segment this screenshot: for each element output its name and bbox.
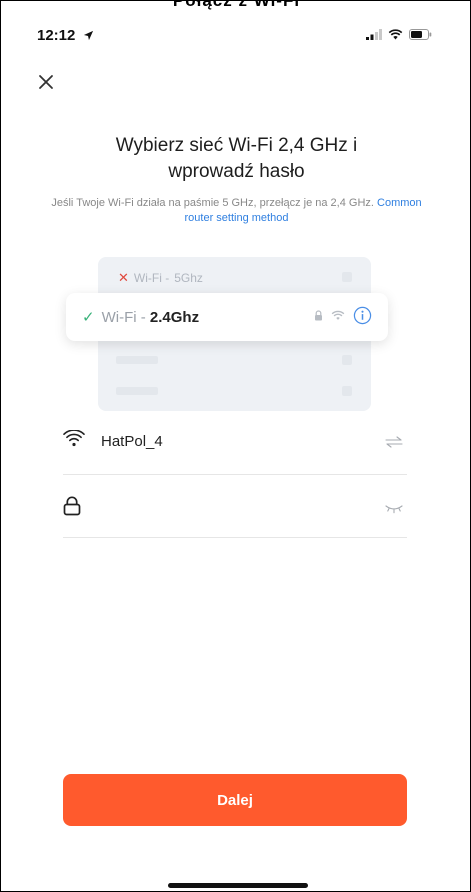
status-time-text: 12:12 xyxy=(37,27,76,44)
wifi-status-icon xyxy=(388,29,403,40)
next-button[interactable]: Dalej xyxy=(63,774,407,826)
subtitle-text: Jeśli Twoje Wi-Fi działa na paśmie 5 GHz… xyxy=(51,197,374,209)
battery-icon xyxy=(409,29,432,40)
wifi-icon xyxy=(63,430,85,447)
status-time: 12:12 xyxy=(37,27,94,44)
placeholder-square xyxy=(342,272,352,282)
row-24ghz-icons xyxy=(314,306,372,325)
placeholder-square xyxy=(342,355,352,365)
row-5ghz-band: 5Ghz xyxy=(174,271,203,285)
row-24ghz-label: ✓ Wi-Fi - 2.4Ghz xyxy=(82,308,200,327)
illustration-row-5ghz: ✕ Wi-Fi - 5Ghz xyxy=(118,270,203,286)
row-24ghz-prefix: Wi-Fi - xyxy=(101,308,150,326)
wifi-small-icon xyxy=(331,310,345,320)
switch-network-icon xyxy=(385,436,403,448)
wifi-name-value: HatPol_4 xyxy=(101,433,163,450)
page-title-line1: Wybierz sieć Wi-Fi 2,4 GHz i xyxy=(115,135,358,156)
row-24ghz-band: 2.4Ghz xyxy=(149,308,200,326)
toggle-password-visibility[interactable] xyxy=(385,501,403,519)
page-title-line2: wprowadź hasło xyxy=(168,161,305,182)
lock-small-icon xyxy=(315,310,322,321)
placeholder-bar xyxy=(116,387,158,395)
signal-icon xyxy=(366,29,382,40)
cross-icon: ✕ xyxy=(118,270,129,285)
info-icon xyxy=(353,306,372,325)
eye-closed-icon xyxy=(385,505,403,514)
top-banner-text: Połącz z Wi-Fi xyxy=(1,1,470,11)
placeholder-square xyxy=(342,386,352,396)
switch-network-button[interactable] xyxy=(385,435,403,453)
status-icons xyxy=(366,29,432,40)
page-subtitle: Jeśli Twoje Wi-Fi działa na paśmie 5 GHz… xyxy=(49,196,424,226)
placeholder-bar xyxy=(116,356,158,364)
illustration-row-24ghz: ✓ Wi-Fi - 2.4Ghz xyxy=(66,293,388,341)
divider xyxy=(63,474,407,475)
close-icon xyxy=(39,75,53,89)
location-arrow-icon xyxy=(83,30,93,41)
password-field[interactable] xyxy=(63,491,407,525)
page-title: Wybierz sieć Wi-Fi 2,4 GHz i wprowadź ha… xyxy=(61,133,412,185)
close-button[interactable] xyxy=(35,71,57,93)
check-icon: ✓ xyxy=(82,309,95,326)
app-screen: Połącz z Wi-Fi 12:12 xyxy=(0,0,471,892)
row-5ghz-prefix: Wi-Fi - xyxy=(133,271,170,285)
lock-icon xyxy=(63,496,81,516)
wifi-name-field[interactable]: HatPol_4 xyxy=(63,425,407,459)
home-indicator xyxy=(168,883,308,888)
top-banner: Połącz z Wi-Fi xyxy=(1,1,470,13)
divider xyxy=(63,537,407,538)
status-bar: 12:12 xyxy=(1,25,470,47)
